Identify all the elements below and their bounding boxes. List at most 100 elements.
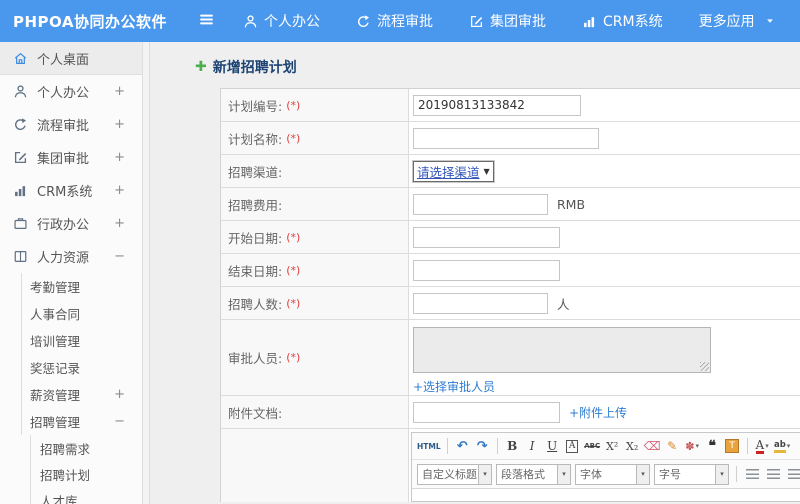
channel-select-value: 请选择渠道 xyxy=(417,164,480,180)
sidebar-item-personnel-contract[interactable]: 人事合同 xyxy=(0,300,142,327)
nav-item-personal-office[interactable]: 个人办公 xyxy=(243,11,320,31)
font-family-select[interactable]: 字体 ▾ xyxy=(575,463,650,485)
headcount-unit-label: 人 xyxy=(557,296,570,312)
start-date-input[interactable] xyxy=(413,226,560,248)
sidebar-item-label: 个人办公 xyxy=(37,86,90,101)
sidebar-item-label: 考勤管理 xyxy=(30,280,81,295)
paint-color-button[interactable]: ✽ ▾ xyxy=(684,437,701,456)
form-row-plan-name: 计划名称: (*) xyxy=(221,122,800,155)
redo-button[interactable]: ↷ xyxy=(474,437,491,456)
sidebar-item-recruitment-demand[interactable]: 招聘需求 xyxy=(0,435,142,461)
paragraph-select-value: 段落格式 xyxy=(501,468,545,481)
sidebar-item-admin-office[interactable]: 行政办公 + xyxy=(0,207,142,240)
align-right-button[interactable] xyxy=(786,465,800,484)
nav-item-more-apps[interactable]: 更多应用 xyxy=(699,11,775,31)
form-row-fee: 招聘费用: RMB xyxy=(221,188,800,221)
expand-icon[interactable]: + xyxy=(114,150,125,165)
sidebar-item-salary-mgmt[interactable]: 薪资管理 + xyxy=(0,381,142,408)
paste-text-button[interactable]: T xyxy=(724,437,741,456)
attachment-upload-link[interactable]: +附件上传 xyxy=(569,404,627,421)
paragraph-select[interactable]: 段落格式 ▾ xyxy=(496,463,571,485)
superscript-button[interactable]: X² xyxy=(604,437,621,456)
align-left-button[interactable] xyxy=(744,465,761,484)
editor-content[interactable] xyxy=(412,489,800,501)
subscript-button[interactable]: X₂ xyxy=(624,437,641,456)
sidebar-item-recruitment-mgmt[interactable]: 招聘管理 − xyxy=(0,408,142,435)
bold-button[interactable]: B xyxy=(504,437,521,456)
plan-number-input[interactable] xyxy=(413,94,581,116)
end-date-input[interactable] xyxy=(413,259,560,281)
select-approver-link[interactable]: +选择审批人员 xyxy=(413,378,495,395)
align-center-button[interactable] xyxy=(765,465,782,484)
caret-down-icon[interactable]: ▾ xyxy=(636,464,649,484)
eraser-button[interactable]: ⌫ xyxy=(644,437,661,456)
expand-icon[interactable]: + xyxy=(114,117,125,132)
strikethrough-button[interactable]: ABC xyxy=(584,437,601,456)
caret-down-icon[interactable]: ▾ xyxy=(478,464,491,484)
sidebar-item-personal-office[interactable]: 个人办公 + xyxy=(0,75,142,108)
fee-input[interactable] xyxy=(413,193,548,215)
font-color-button[interactable]: A ▾ xyxy=(754,437,771,456)
format-brush-button[interactable]: ✎ xyxy=(664,437,681,456)
rich-text-editor: HTML ↶ ↷ B I U A ABC X² X₂ ⌫ ✎ ✽ ▾ ❝ T A ▾ ab ▾ 自定义标题 ▾ 段落格式 ▾… xyxy=(411,432,800,502)
sidebar-item-attendance-mgmt[interactable]: 考勤管理 xyxy=(0,273,142,300)
sidebar-scrollbar[interactable] xyxy=(143,42,150,504)
nav-item-group-approval[interactable]: 集团审批 xyxy=(469,11,546,31)
sidebar-item-personal-desktop[interactable]: 个人桌面 xyxy=(0,42,142,75)
font-border-button[interactable]: A xyxy=(564,437,581,456)
underline-button[interactable]: U xyxy=(544,437,561,456)
sidebar-item-talent-pool[interactable]: 人才库 xyxy=(0,487,142,504)
form-row-channel: 招聘渠道: 请选择渠道 ▼ xyxy=(221,155,800,188)
form-row-editor: HTML ↶ ↷ B I U A ABC X² X₂ ⌫ ✎ ✽ ▾ ❝ T A ▾ ab ▾ 自定义标题 ▾ 段落格式 ▾… xyxy=(221,429,800,502)
plan-name-label: 计划名称: xyxy=(228,131,283,147)
sidebar-item-crm-system[interactable]: CRM系统 + xyxy=(0,174,142,207)
home-icon xyxy=(13,51,28,66)
sidebar-item-reward-punishment[interactable]: 奖惩记录 xyxy=(0,354,142,381)
sidebar-item-group-approval[interactable]: 集团审批 + xyxy=(0,141,142,174)
italic-button[interactable]: I xyxy=(524,437,541,456)
nav-item-process-approval[interactable]: 流程审批 xyxy=(356,11,433,31)
font-size-select[interactable]: 字号 ▾ xyxy=(654,463,729,485)
form-row-plan-number: 计划编号: (*) xyxy=(221,89,800,122)
menu-icon[interactable] xyxy=(198,11,215,32)
expand-icon[interactable]: + xyxy=(114,216,125,231)
nav-item-label: 更多应用 xyxy=(698,14,755,30)
main-content: ✚ 新增招聘计划 计划编号: (*) 计划名称: (*) xyxy=(150,42,800,504)
collapse-icon[interactable]: − xyxy=(114,414,125,429)
user-icon xyxy=(243,14,258,29)
sidebar-item-label: 人事合同 xyxy=(30,307,81,322)
plan-name-input[interactable] xyxy=(413,127,599,149)
process-icon xyxy=(356,14,371,29)
fee-label: 招聘费用: xyxy=(228,197,283,213)
form-row-start-date: 开始日期: (*) xyxy=(221,221,800,254)
expand-icon[interactable]: + xyxy=(114,183,125,198)
required-mark: (*) xyxy=(286,296,301,310)
undo-button[interactable]: ↶ xyxy=(454,437,471,456)
highlight-color-button[interactable]: ab ▾ xyxy=(773,437,791,456)
page-title-text: 新增招聘计划 xyxy=(212,60,297,76)
sidebar-item-recruitment-plan[interactable]: 招聘计划 xyxy=(0,461,142,487)
attachment-input[interactable] xyxy=(413,401,560,423)
headcount-input[interactable] xyxy=(413,292,548,314)
collapse-icon[interactable]: − xyxy=(114,249,125,264)
edit-icon xyxy=(13,150,28,165)
approver-textarea[interactable] xyxy=(413,327,711,373)
channel-select[interactable]: 请选择渠道 ▼ xyxy=(413,160,494,182)
channel-label: 招聘渠道: xyxy=(228,164,283,180)
sidebar-item-training-mgmt[interactable]: 培训管理 xyxy=(0,327,142,354)
page-layout: 个人桌面 个人办公 + 流程审批 + 集团审批 + CRM系统 + 行政办公 + 人力资源 − 考勤管理人… xyxy=(0,42,800,504)
plus-icon: ✚ xyxy=(195,59,207,75)
caret-down-icon[interactable]: ▾ xyxy=(715,464,728,484)
sidebar-item-process-approval[interactable]: 流程审批 + xyxy=(0,108,142,141)
end-date-label: 结束日期: xyxy=(228,263,283,279)
nav-item-crm-system[interactable]: CRM系统 xyxy=(582,11,663,31)
html-source-button[interactable]: HTML xyxy=(417,437,441,456)
heading-select[interactable]: 自定义标题 ▾ xyxy=(417,463,492,485)
blockquote-button[interactable]: ❝ xyxy=(704,437,721,456)
expand-icon[interactable]: + xyxy=(114,387,125,402)
caret-down-icon[interactable]: ▾ xyxy=(557,464,570,484)
navbar-menu: 个人办公 流程审批 集团审批 CRM系统 更多应用 xyxy=(243,11,775,31)
sidebar-item-human-resources[interactable]: 人力资源 − xyxy=(0,240,142,273)
expand-icon[interactable]: + xyxy=(114,84,125,99)
sidebar-item-label: 集团审批 xyxy=(37,152,90,167)
